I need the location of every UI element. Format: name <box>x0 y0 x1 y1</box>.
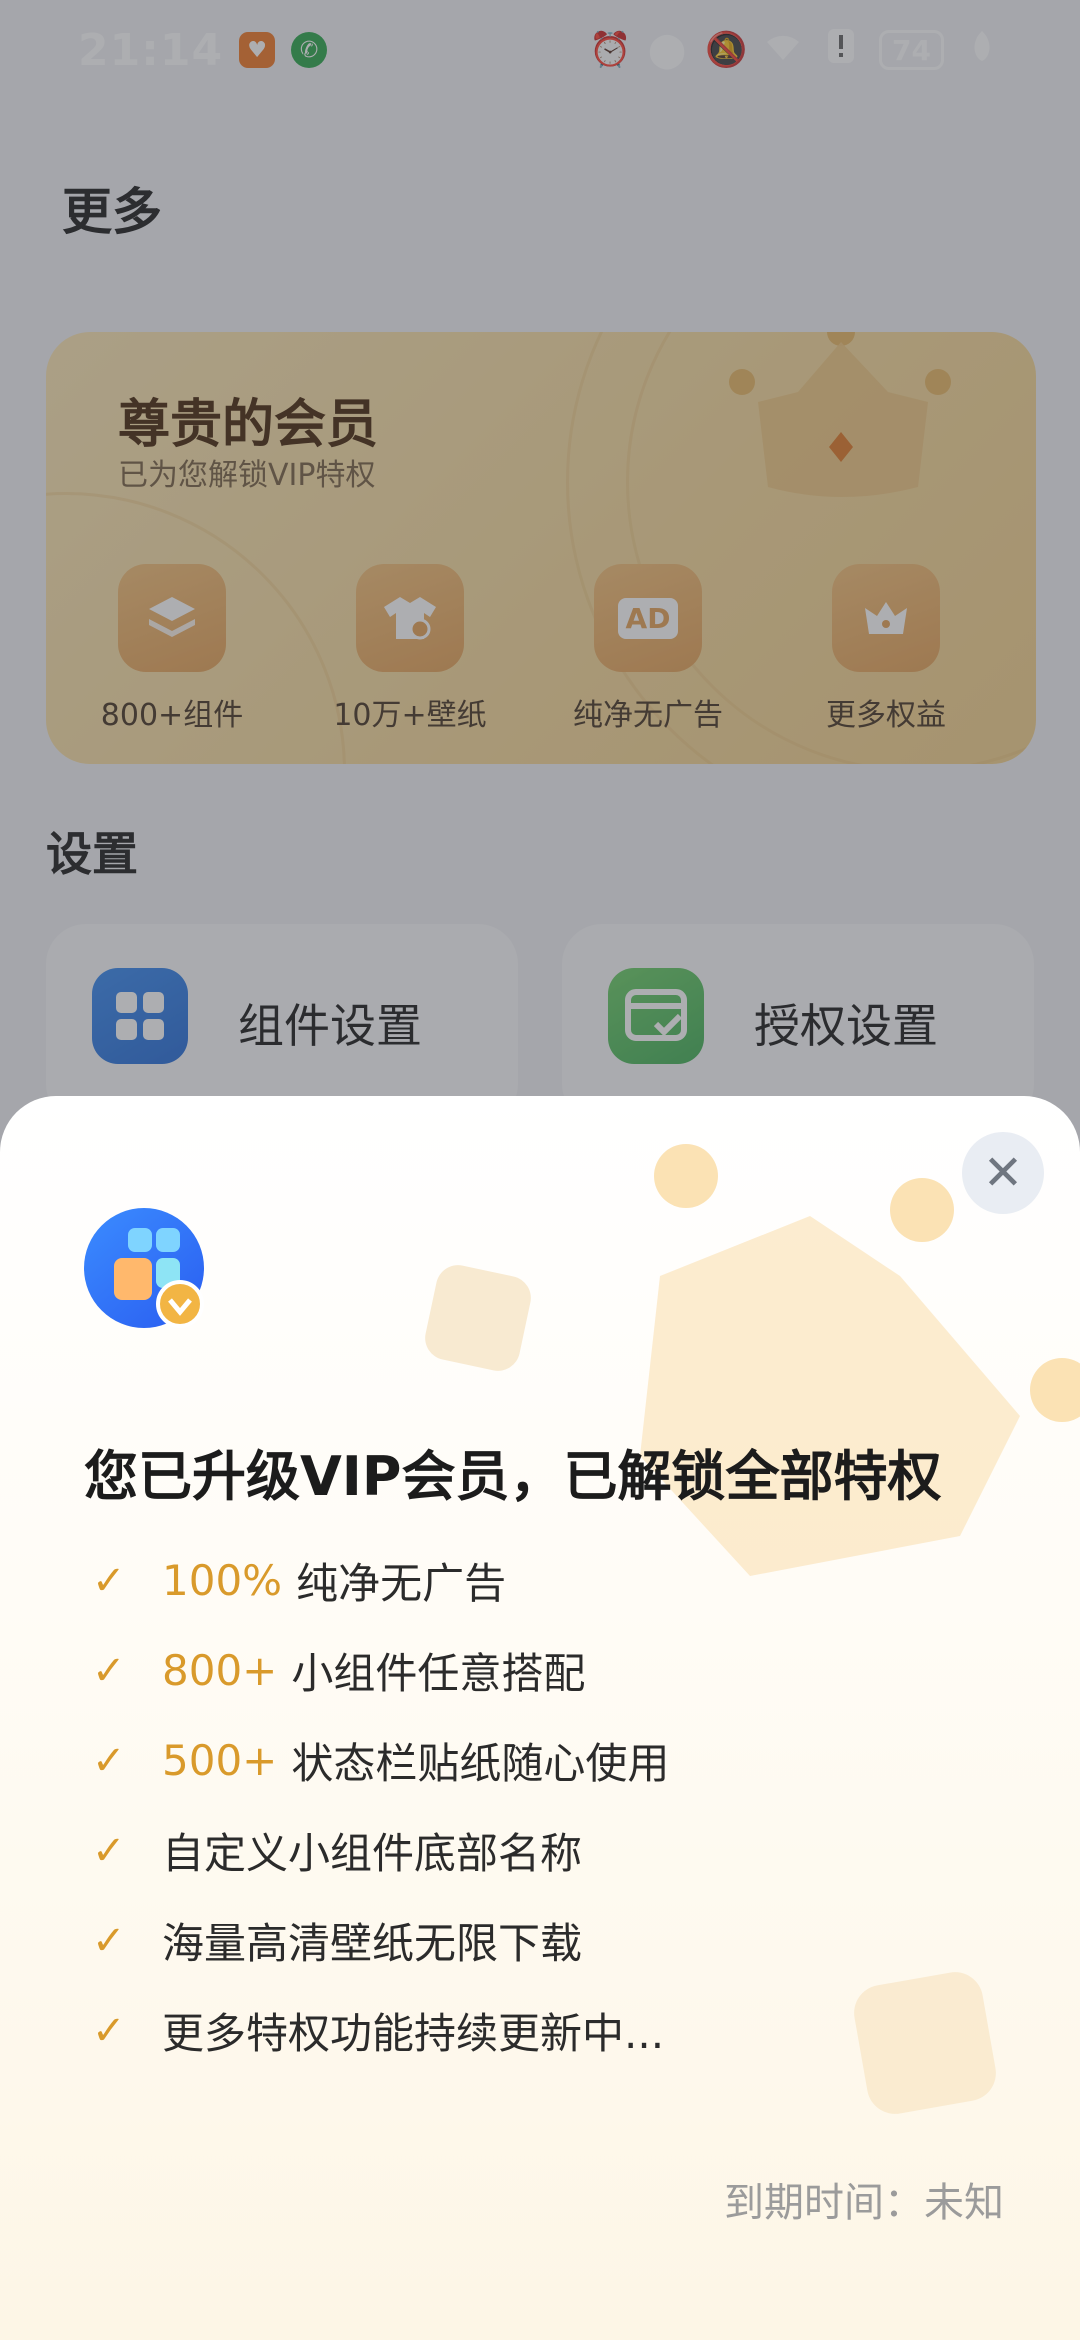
check-icon: ✓ <box>92 1827 126 1874</box>
feature-text: 状态栏贴纸随心使用 <box>291 1739 670 1788</box>
feature-item: ✓ 500+ 状态栏贴纸随心使用 <box>92 1730 669 1791</box>
expire-time: 到期时间：未知 <box>724 2180 1004 2226</box>
close-button[interactable]: ✕ <box>962 1132 1044 1214</box>
crown-watermark-icon <box>640 1216 1020 1576</box>
feature-highlight: 100% <box>162 1556 283 1605</box>
vip-sheet: ✕ 您已升级VIP会员，已解锁全部特权 ✓ 100% 纯净无广告 ✓ 800+ … <box>0 1096 1080 2340</box>
check-icon: ✓ <box>92 1737 126 1784</box>
feature-item: ✓ 800+ 小组件任意搭配 <box>92 1640 585 1701</box>
feature-text: 纯净无广告 <box>296 1559 507 1608</box>
feature-item: ✓ 更多特权功能持续更新中... <box>92 2000 664 2061</box>
feature-text: 更多特权功能持续更新中... <box>162 2009 665 2058</box>
app-logo <box>84 1208 204 1328</box>
feature-highlight: 500+ <box>162 1736 278 1785</box>
close-icon: ✕ <box>982 1145 1024 1201</box>
feature-highlight: 800+ <box>162 1646 278 1695</box>
feature-item: ✓ 100% 纯净无广告 <box>92 1550 506 1611</box>
sheet-headline: 您已升级VIP会员，已解锁全部特权 <box>84 1445 942 1508</box>
check-icon: ✓ <box>92 2007 126 2054</box>
feature-text: 自定义小组件底部名称 <box>162 1829 583 1878</box>
decoration <box>421 1261 535 1375</box>
feature-item: ✓ 自定义小组件底部名称 <box>92 1820 582 1881</box>
check-icon: ✓ <box>92 1557 126 1604</box>
decoration <box>849 1967 1001 2119</box>
feature-item: ✓ 海量高清壁纸无限下载 <box>92 1910 582 1971</box>
feature-text: 小组件任意搭配 <box>291 1649 586 1698</box>
feature-text: 海量高清壁纸无限下载 <box>162 1919 583 1968</box>
check-icon: ✓ <box>92 1647 126 1694</box>
check-icon: ✓ <box>92 1917 126 1964</box>
